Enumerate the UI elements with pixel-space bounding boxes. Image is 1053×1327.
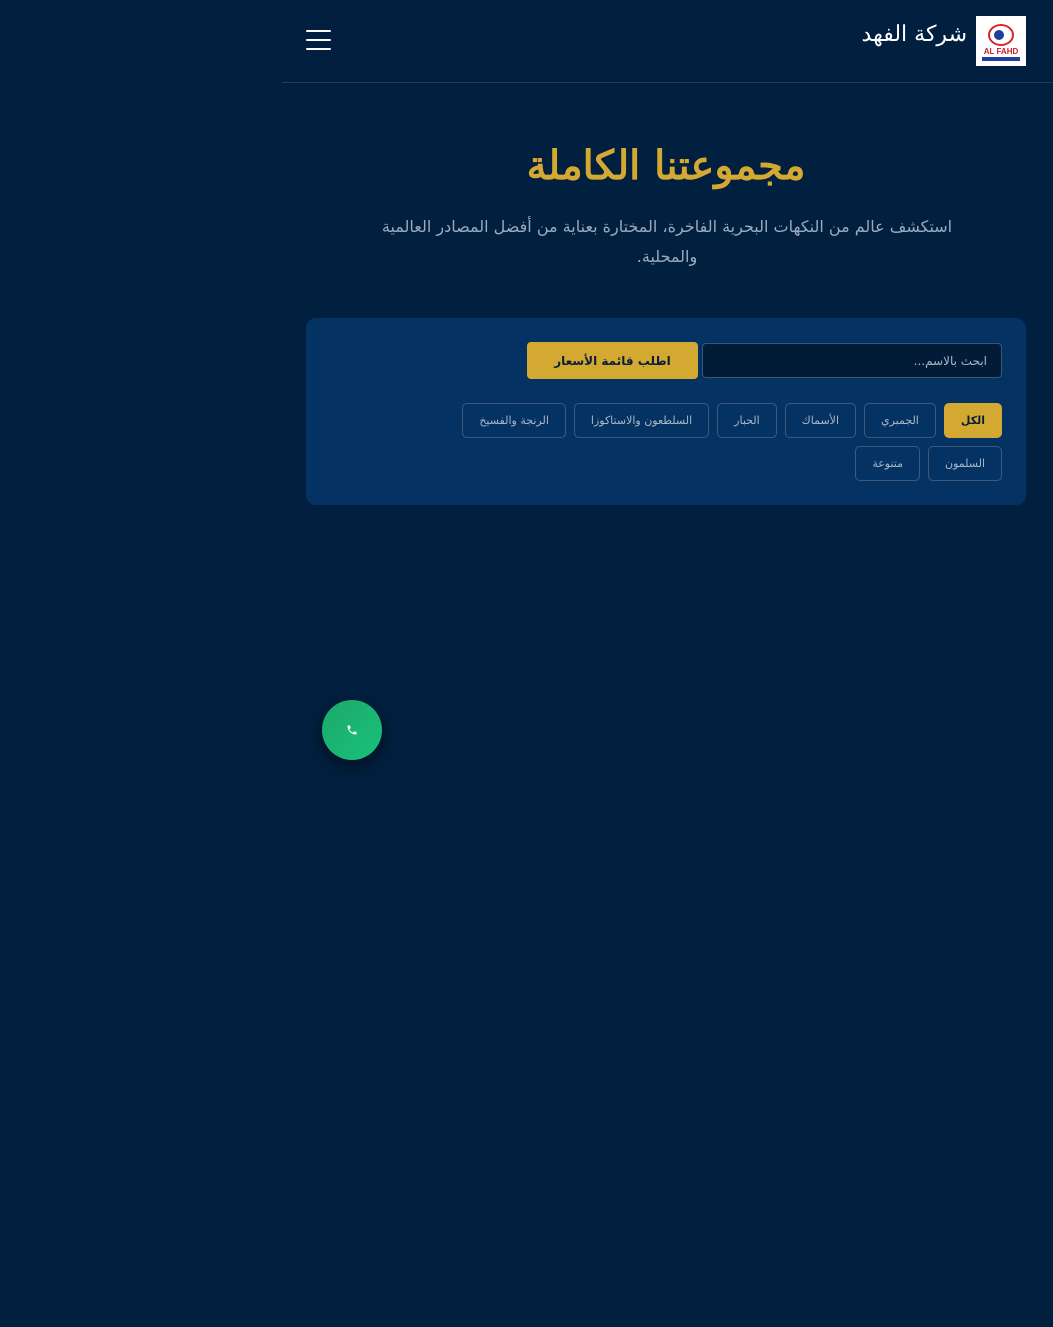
floating-call-button[interactable] bbox=[322, 700, 382, 760]
category-chip-shrimp[interactable]: الجمبري bbox=[864, 403, 936, 438]
phone-icon bbox=[347, 725, 357, 735]
hamburger-menu-button[interactable] bbox=[306, 28, 331, 52]
category-chip-squid[interactable]: الحبار bbox=[717, 403, 777, 438]
hamburger-icon-line bbox=[306, 39, 331, 41]
logo-emblem-icon bbox=[988, 23, 1014, 46]
category-chip-fish[interactable]: الأسماك bbox=[784, 403, 856, 438]
hamburger-icon-line bbox=[306, 30, 331, 32]
search-input[interactable] bbox=[702, 343, 1002, 378]
request-price-list-button[interactable]: اطلب قائمة الأسعار bbox=[527, 342, 698, 379]
category-chip-various[interactable]: متنوعة bbox=[855, 446, 921, 481]
category-chip-herring-fesikh[interactable]: الرنجة والفسيخ bbox=[462, 403, 566, 438]
company-logo[interactable]: AL FAHD bbox=[976, 16, 1026, 66]
filter-panel: اطلب قائمة الأسعار الكل الجمبري الأسماك … bbox=[306, 318, 1026, 505]
site-header: شركة الفهد AL FAHD bbox=[282, 0, 1053, 83]
hamburger-icon-line bbox=[306, 48, 331, 50]
category-chip-salmon[interactable]: السلمون bbox=[928, 446, 1002, 481]
page-title: مجموعتنا الكاملة bbox=[526, 142, 806, 189]
category-chip-crab-lobster[interactable]: السلطعون والاستاكوزا bbox=[573, 403, 710, 438]
logo-bar bbox=[982, 56, 1020, 61]
brand-name[interactable]: شركة الفهد bbox=[862, 22, 967, 47]
category-filter-list: الكل الجمبري الأسماك الحبار السلطعون وال… bbox=[382, 403, 1002, 481]
logo-text: AL FAHD bbox=[983, 46, 1019, 56]
category-chip-all[interactable]: الكل bbox=[943, 403, 1002, 438]
page: شركة الفهد AL FAHD مجموعتنا الكاملة استك… bbox=[0, 0, 1053, 1327]
page-subtitle: استكشف عالم من النكهات البحرية الفاخرة، … bbox=[381, 217, 953, 266]
